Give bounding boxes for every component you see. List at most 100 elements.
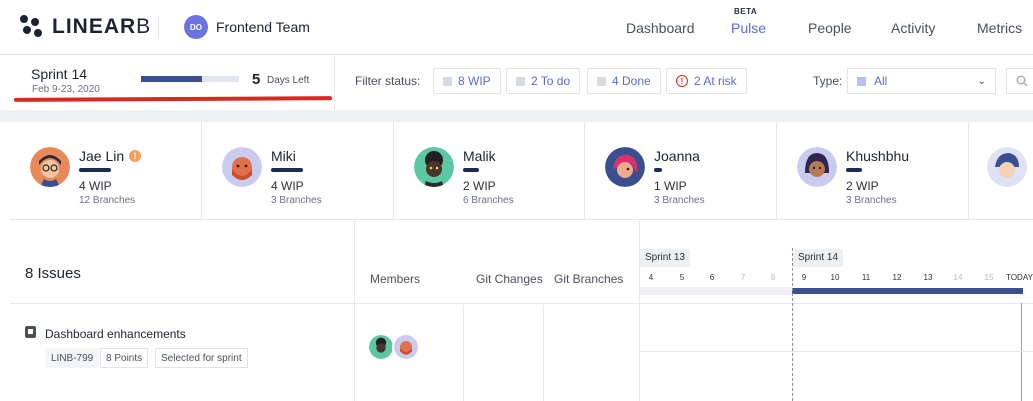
beta-badge: BETA bbox=[734, 7, 758, 16]
prev-sprint-tag: Sprint 13 bbox=[640, 249, 691, 267]
issue-title[interactable]: Dashboard enhancements bbox=[45, 327, 186, 341]
member-name: Jae Lin bbox=[79, 148, 125, 164]
member-card-partial[interactable] bbox=[969, 122, 1033, 220]
timeline-day: 9 bbox=[801, 273, 807, 282]
member-name: Miki bbox=[271, 148, 296, 164]
sprint-summary[interactable]: Sprint 14 Feb 9-23, 2020 5 Days Left bbox=[0, 56, 335, 110]
team-name: Frontend Team bbox=[216, 19, 310, 35]
member-wip-bar bbox=[654, 168, 662, 172]
sprint-toolbar: Sprint 14 Feb 9-23, 2020 5 Days Left Fil… bbox=[0, 56, 1033, 110]
nav-activity[interactable]: Activity bbox=[891, 20, 935, 36]
member-card[interactable]: Khushbhu 2 WIP 3 Branches bbox=[777, 122, 969, 220]
type-label: Type: bbox=[813, 74, 843, 88]
member-branches: 3 Branches bbox=[654, 195, 705, 206]
filter-chip-at-risk[interactable]: ! 2 At risk bbox=[666, 68, 747, 94]
column-git-branches[interactable]: Git Branches bbox=[554, 272, 623, 286]
avatar[interactable] bbox=[392, 333, 420, 361]
type-select[interactable]: All ⌄ bbox=[847, 68, 996, 94]
column-git-changes[interactable]: Git Changes bbox=[476, 272, 543, 286]
timeline-day: 10 bbox=[830, 273, 840, 282]
timeline-day: 6 bbox=[709, 273, 715, 282]
sprint-progress-bar bbox=[141, 76, 239, 82]
column-members[interactable]: Members bbox=[370, 272, 420, 286]
avatar bbox=[987, 147, 1027, 187]
member-name: Malik bbox=[463, 148, 496, 164]
search-icon bbox=[1016, 75, 1028, 87]
filter-chip-wip[interactable]: 8 WIP bbox=[433, 68, 501, 94]
member-wip-bar bbox=[846, 168, 862, 172]
member-wip-bar bbox=[79, 168, 111, 172]
type-value: All bbox=[874, 74, 888, 88]
prev-sprint-track bbox=[640, 287, 792, 295]
member-name: Joanna bbox=[654, 148, 700, 164]
timeline-day: 14 bbox=[953, 273, 963, 282]
story-icon bbox=[25, 326, 36, 338]
top-navigation: LINEARB DO Frontend Team Dashboard BETA … bbox=[0, 0, 1033, 55]
chevron-down-icon: ⌄ bbox=[977, 75, 986, 87]
member-branches: 12 Branches bbox=[79, 195, 136, 206]
issue-status: Selected for sprint bbox=[155, 348, 248, 368]
timeline-day: 8 bbox=[770, 273, 776, 282]
member-card[interactable]: Jae Lin ! 4 WIP 12 Branches bbox=[10, 122, 202, 220]
avatar bbox=[414, 147, 454, 187]
status-square-icon bbox=[516, 76, 525, 86]
member-card[interactable]: Joanna 1 WIP 3 Branches bbox=[585, 122, 777, 220]
member-wip-bar bbox=[271, 168, 303, 172]
alert-icon: ! bbox=[676, 75, 688, 87]
timeline-day: 7 bbox=[740, 273, 746, 282]
member-wip: 2 WIP bbox=[846, 179, 879, 193]
issues-count: 8 Issues bbox=[25, 265, 81, 282]
member-wip: 2 WIP bbox=[463, 179, 496, 193]
filter-chip-done[interactable]: 4 Done bbox=[587, 68, 661, 94]
current-sprint-track bbox=[792, 288, 1023, 294]
nav-dashboard[interactable]: Dashboard bbox=[626, 20, 695, 36]
team-selector[interactable]: DO Frontend Team bbox=[184, 15, 310, 39]
team-avatar: DO bbox=[184, 15, 208, 39]
member-card[interactable]: Malik 2 WIP 6 Branches bbox=[394, 122, 585, 220]
nav-people[interactable]: People bbox=[808, 20, 852, 36]
member-branches: 3 Branches bbox=[846, 195, 897, 206]
issue-key[interactable]: LINB-799 bbox=[45, 348, 100, 368]
chip-label: 4 Done bbox=[612, 74, 651, 88]
issue-points: 8 Points bbox=[100, 348, 149, 368]
search-button[interactable] bbox=[1006, 68, 1033, 94]
days-left-label: Days Left bbox=[267, 75, 310, 86]
member-branches: 3 Branches bbox=[271, 195, 322, 206]
chip-label: 2 At risk bbox=[694, 74, 737, 88]
avatar bbox=[222, 147, 262, 187]
status-square-icon bbox=[443, 76, 452, 86]
table-row[interactable]: Dashboard enhancements LINB-799 8 Points… bbox=[10, 305, 1033, 401]
timeline-day: 5 bbox=[679, 273, 685, 282]
avatar[interactable] bbox=[367, 333, 395, 361]
member-wip: 4 WIP bbox=[79, 179, 112, 193]
timeline-day: 11 bbox=[861, 273, 871, 282]
sprint-title: Sprint 14 bbox=[31, 66, 88, 82]
sprint-progress-fill bbox=[141, 76, 202, 82]
filter-status-label: Filter status: bbox=[355, 74, 421, 88]
member-card[interactable]: Miki 4 WIP 3 Branches bbox=[202, 122, 394, 220]
timeline-day: 4 bbox=[648, 273, 654, 282]
logo-dots-icon bbox=[20, 15, 44, 39]
chip-label: 2 To do bbox=[531, 74, 571, 88]
avatar bbox=[30, 147, 70, 187]
status-square-icon bbox=[597, 76, 606, 86]
filter-chip-todo[interactable]: 2 To do bbox=[506, 68, 581, 94]
member-branches: 6 Branches bbox=[463, 195, 514, 206]
chip-label: 8 WIP bbox=[458, 74, 491, 88]
nav-pulse[interactable]: Pulse bbox=[731, 20, 766, 36]
header-divider bbox=[158, 17, 159, 39]
nav-metrics[interactable]: Metrics bbox=[977, 20, 1022, 36]
timeline-day: 13 bbox=[923, 273, 933, 282]
logo-text: LINEARB bbox=[52, 15, 152, 38]
avatar bbox=[605, 147, 645, 187]
member-wip-bar bbox=[463, 168, 479, 172]
current-sprint-tag: Sprint 14 bbox=[793, 249, 844, 267]
member-wip: 4 WIP bbox=[271, 179, 304, 193]
days-left-number: 5 bbox=[252, 71, 261, 88]
section-separator bbox=[0, 110, 1033, 122]
sprint-dates: Feb 9-23, 2020 bbox=[32, 84, 100, 95]
linearb-logo[interactable]: LINEARB bbox=[20, 15, 151, 39]
timeline-day: 15 bbox=[984, 273, 994, 282]
member-cards: Jae Lin ! 4 WIP 12 Branches Miki 4 WIP 3… bbox=[10, 122, 1033, 220]
warning-icon: ! bbox=[129, 150, 141, 162]
